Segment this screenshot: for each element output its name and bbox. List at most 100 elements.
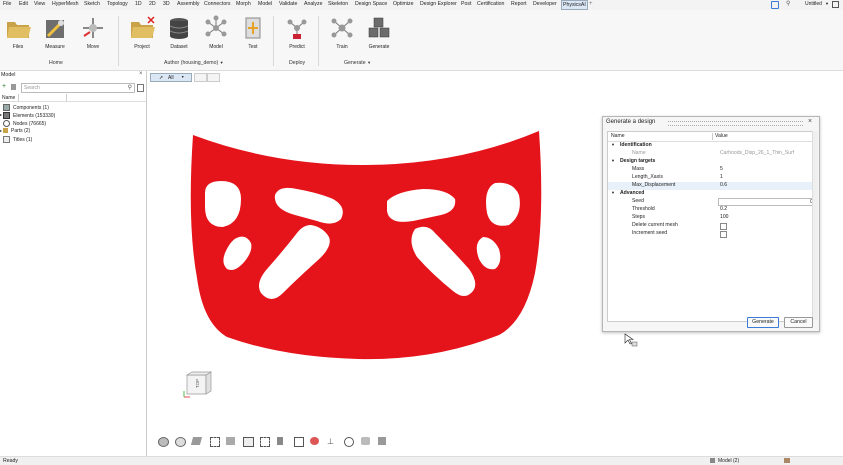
chevron-down-icon[interactable]: ▼	[611, 158, 615, 163]
add-tab-icon[interactable]: +	[589, 1, 593, 7]
close-icon[interactable]: ×	[139, 71, 143, 77]
delete-mesh-checkbox[interactable]	[720, 222, 727, 230]
move-button[interactable]: Move	[75, 14, 111, 50]
menu-hypermesh[interactable]: HyperMesh	[52, 1, 79, 7]
chevron-down-icon[interactable]: ▼	[611, 190, 615, 195]
tree-item-parts[interactable]: ▸ Parts (2)	[0, 128, 30, 135]
tree-item-elements[interactable]: ▸ Elements (153330)	[0, 112, 55, 119]
threshold-value[interactable]: 0.2	[720, 206, 727, 212]
chevron-down-icon[interactable]: ▼	[611, 142, 615, 147]
menu-physicsai[interactable]: PhysicsAI	[561, 0, 588, 10]
menu-1d[interactable]: 1D	[135, 1, 142, 7]
search-icon[interactable]: ⚲	[786, 0, 790, 7]
camera-icon[interactable]	[361, 437, 370, 445]
section-design-targets[interactable]: ▼ Design targets	[608, 158, 813, 166]
section-identification[interactable]: ▼ Identification	[608, 142, 813, 150]
lock-icon[interactable]	[378, 437, 386, 445]
menu-morph[interactable]: Morph	[236, 1, 251, 7]
row-threshold[interactable]: Threshold 0.2	[608, 206, 813, 214]
view-cube[interactable]: x TOP	[182, 366, 216, 401]
maximize-icon[interactable]	[832, 1, 839, 8]
menu-optimize[interactable]: Optimize	[393, 1, 413, 7]
chevron-down-icon[interactable]: ▼	[181, 75, 184, 79]
chevron-down-icon[interactable]: ▼	[825, 1, 829, 6]
menu-2d[interactable]: 2D	[149, 1, 156, 7]
shading-icon[interactable]	[175, 437, 186, 447]
clip-icon[interactable]	[294, 437, 304, 447]
row-max-displacement[interactable]: Max_Displacement 0.6	[608, 182, 813, 190]
expand-icon[interactable]: ▸	[0, 112, 2, 117]
menu-report[interactable]: Report	[511, 1, 527, 7]
search-icon[interactable]: ⚲	[128, 84, 132, 91]
menu-connectors[interactable]: Connectors	[204, 1, 231, 7]
row-steps[interactable]: Steps 100	[608, 214, 813, 222]
steps-value[interactable]: 100	[720, 214, 729, 220]
menu-design-explorer[interactable]: Design Explorer	[420, 1, 457, 7]
train-button[interactable]: Train	[324, 14, 360, 50]
selection-options-button[interactable]	[207, 73, 220, 82]
row-seed[interactable]: Seed 0	[608, 198, 816, 206]
seed-input[interactable]: 0	[718, 198, 816, 206]
section-icon[interactable]	[277, 437, 283, 445]
chevron-down-icon[interactable]: ▼	[367, 60, 371, 65]
car-hood-part[interactable]	[183, 123, 547, 366]
front-view-icon[interactable]	[243, 437, 254, 447]
row-length-xaxis[interactable]: Length_Xaxis 1	[608, 174, 813, 182]
cancel-button[interactable]: Cancel	[784, 317, 813, 328]
scrollbar[interactable]	[812, 131, 818, 320]
drag-handle[interactable]	[668, 121, 803, 126]
selection-mode-button[interactable]	[194, 73, 207, 82]
search-input[interactable]: Search ⚲	[21, 83, 135, 93]
window-title[interactable]: Untitled	[805, 1, 822, 7]
tree-item-nodes[interactable]: Nodes (76665)	[3, 120, 46, 127]
dataset-button[interactable]: Dataset	[161, 14, 197, 50]
rotate-icon[interactable]	[158, 437, 169, 447]
generate-button[interactable]: Generate	[747, 317, 779, 328]
menu-certification[interactable]: Certification	[477, 1, 504, 7]
menu-topology[interactable]: Topology	[107, 1, 128, 7]
tree-item-components[interactable]: Components (1)	[3, 104, 49, 111]
menu-model[interactable]: Model	[258, 1, 272, 7]
notification-icon[interactable]	[784, 458, 790, 463]
tree-item-titles[interactable]: Titles (1)	[3, 136, 32, 143]
section-advanced[interactable]: ▼ Advanced	[608, 190, 813, 198]
close-icon[interactable]: ×	[808, 118, 812, 125]
project-button[interactable]: Project	[124, 14, 160, 50]
menu-file[interactable]: File	[3, 1, 11, 7]
add-icon[interactable]: +	[2, 83, 6, 90]
model-button[interactable]: Model	[198, 14, 234, 50]
max-displacement-value[interactable]: 0.6	[720, 182, 727, 188]
files-button[interactable]: Files	[0, 14, 36, 50]
selection-filter[interactable]: ➚ All ▼	[150, 73, 192, 82]
menu-validate[interactable]: Validate	[279, 1, 297, 7]
test-button[interactable]: Test	[235, 14, 271, 50]
menu-3d[interactable]: 3D	[163, 1, 170, 7]
menu-post[interactable]: Post	[461, 1, 471, 7]
measure-button[interactable]: Measure	[37, 14, 73, 50]
row-increment-seed[interactable]: Increment seed	[608, 230, 813, 238]
row-mass[interactable]: Mass 5	[608, 166, 813, 174]
menu-developer[interactable]: Developer	[533, 1, 557, 7]
predict-button[interactable]: Predict	[279, 14, 315, 50]
color-icon[interactable]	[310, 437, 319, 445]
model-count[interactable]: Model (2)	[718, 458, 739, 464]
expand-icon[interactable]: ▸	[0, 128, 2, 133]
filter-icon[interactable]	[137, 84, 144, 92]
zoom-box-icon[interactable]	[260, 437, 270, 447]
menu-sketch[interactable]: Sketch	[84, 1, 100, 7]
zoom-icon[interactable]	[344, 437, 354, 447]
generate-ribbon-button[interactable]: Generate	[361, 14, 397, 50]
menu-skeleton[interactable]: Skeleton	[328, 1, 348, 7]
delete-icon[interactable]	[11, 84, 16, 90]
chevron-down-icon[interactable]: ▼	[220, 60, 224, 65]
fit-view-icon[interactable]	[210, 437, 220, 447]
mass-value[interactable]: 5	[720, 166, 723, 172]
menu-view[interactable]: View	[34, 1, 45, 7]
menu-design-space[interactable]: Design Space	[355, 1, 387, 7]
menu-assembly[interactable]: Assembly	[177, 1, 200, 7]
increment-seed-checkbox[interactable]	[720, 230, 727, 238]
menu-edit[interactable]: Edit	[19, 1, 28, 7]
menu-analyze[interactable]: Analyze	[304, 1, 322, 7]
row-delete-current-mesh[interactable]: Delete current mesh	[608, 222, 813, 230]
wireframe-icon[interactable]	[190, 437, 203, 445]
